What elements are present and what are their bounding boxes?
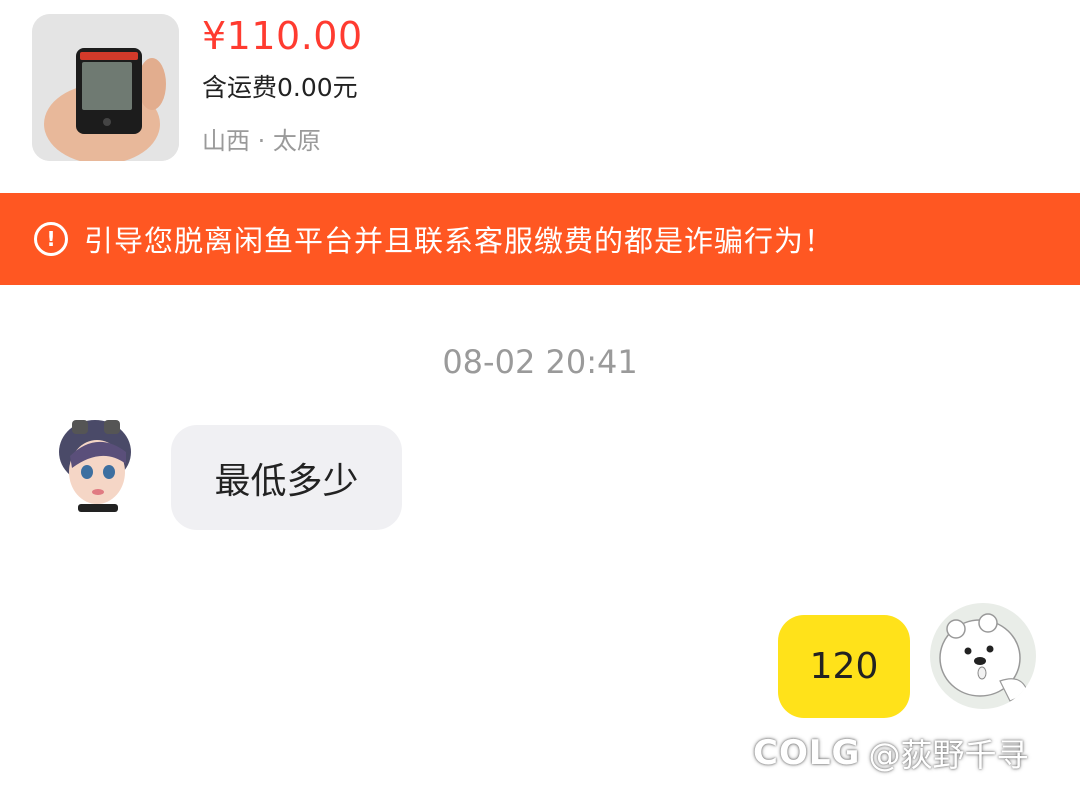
white-bear-avatar-icon <box>930 603 1036 709</box>
product-price: ¥110.00 <box>202 14 363 58</box>
message-bubble-received[interactable]: 最低多少 <box>171 425 402 530</box>
product-card[interactable]: ¥110.00 含运费0.00元 山西 · 太原 <box>0 0 1080 192</box>
message-bubble-sent[interactable]: 120 <box>778 615 910 718</box>
handheld-device-image <box>32 14 179 161</box>
shipping-info: 含运费0.00元 <box>202 73 358 102</box>
cartoon-girl-avatar-icon <box>42 412 148 518</box>
watermark-handle: @荻野千寻 <box>868 736 1029 774</box>
fraud-warning-banner: ! 引导您脱离闲鱼平台并且联系客服缴费的都是诈骗行为！ <box>0 193 1080 285</box>
watermark-logo: COLG <box>753 733 861 773</box>
warning-circle-icon: ! <box>34 222 68 256</box>
watermark: COLG @荻野千寻 <box>753 728 1028 778</box>
warning-text: 引导您脱离闲鱼平台并且联系客服缴费的都是诈骗行为！ <box>84 224 835 258</box>
product-thumbnail[interactable] <box>32 14 179 161</box>
seller-location: 山西 · 太原 <box>202 127 321 155</box>
buyer-avatar[interactable] <box>42 412 148 518</box>
my-avatar[interactable] <box>930 603 1036 709</box>
chat-timestamp: 08-02 20:41 <box>442 343 638 381</box>
